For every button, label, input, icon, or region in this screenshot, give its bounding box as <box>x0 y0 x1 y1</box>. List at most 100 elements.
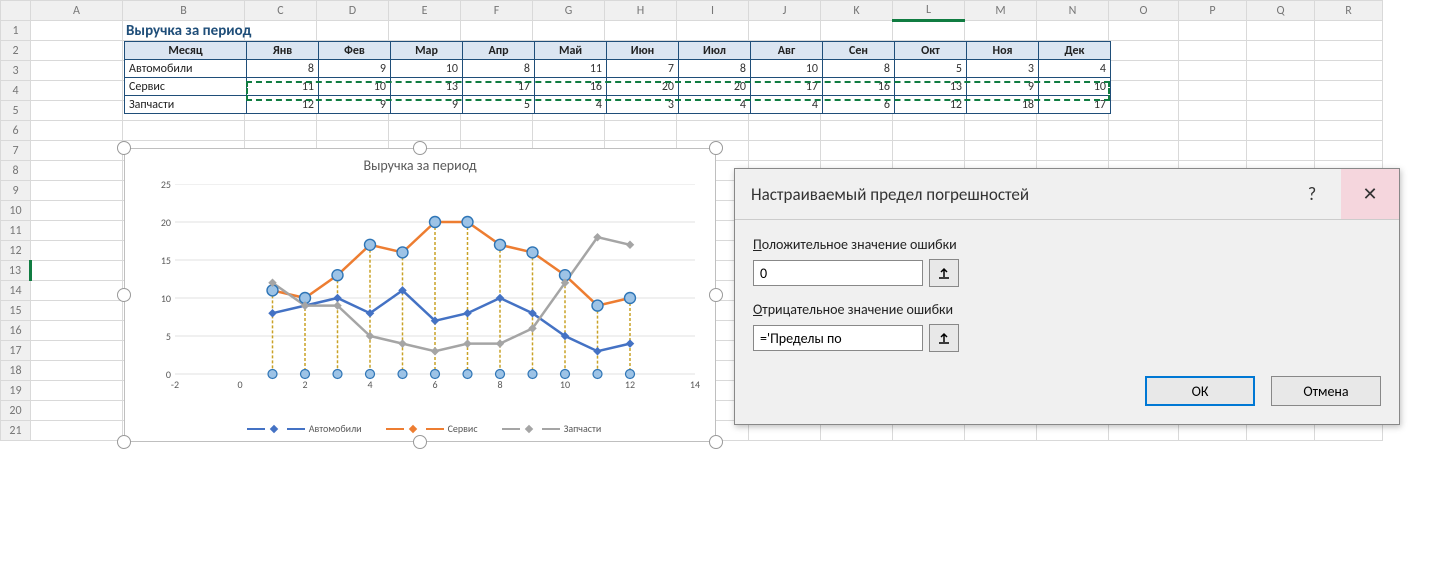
cell-D6[interactable] <box>317 121 389 141</box>
data-cell[interactable]: 7 <box>607 60 679 78</box>
data-cell[interactable]: 20 <box>607 78 679 96</box>
cell-A11[interactable] <box>31 221 123 241</box>
cell-J1[interactable] <box>749 21 821 41</box>
col-header-Q[interactable]: Q <box>1247 1 1315 21</box>
cell-A1[interactable] <box>31 21 123 41</box>
negative-error-range-button[interactable] <box>929 324 959 352</box>
cell-C1[interactable] <box>245 21 317 41</box>
cell-A14[interactable] <box>31 281 123 301</box>
cell-O7[interactable] <box>1109 141 1179 161</box>
cell-E6[interactable] <box>389 121 461 141</box>
data-header[interactable]: Янв <box>247 42 319 60</box>
cell-A9[interactable] <box>31 181 123 201</box>
cell-Q7[interactable] <box>1247 141 1315 161</box>
row-header-14[interactable]: 14 <box>1 281 31 301</box>
cell-A18[interactable] <box>31 361 123 381</box>
col-header-L[interactable]: L <box>893 1 965 21</box>
cell-A19[interactable] <box>31 381 123 401</box>
cell-R7[interactable] <box>1315 141 1383 161</box>
data-cell[interactable]: 12 <box>247 96 319 114</box>
cell-A10[interactable] <box>31 201 123 221</box>
data-table[interactable]: МесяцЯнвФевМарАпрМайИюнИюлАвгСенОктНояДе… <box>124 41 1111 114</box>
resize-handle-nw[interactable] <box>117 141 131 155</box>
select-all-cell[interactable] <box>1 1 31 21</box>
row-header-4[interactable]: 4 <box>1 81 31 101</box>
cell-A20[interactable] <box>31 401 123 421</box>
data-cell[interactable]: 13 <box>895 78 967 96</box>
cell-A4[interactable] <box>31 81 123 101</box>
cell-Q6[interactable] <box>1247 121 1315 141</box>
negative-error-input[interactable] <box>753 325 923 351</box>
cell-A13[interactable] <box>31 261 123 281</box>
data-cell[interactable]: 8 <box>247 60 319 78</box>
cancel-button[interactable]: Отмена <box>1271 376 1381 406</box>
row-header-12[interactable]: 12 <box>1 241 31 261</box>
cell-C6[interactable] <box>245 121 317 141</box>
cell-Q2[interactable] <box>1247 41 1315 61</box>
data-cell[interactable]: 11 <box>535 60 607 78</box>
data-cell[interactable]: 17 <box>463 78 535 96</box>
data-header[interactable]: Ноя <box>967 42 1039 60</box>
row-header-7[interactable]: 7 <box>1 141 31 161</box>
cell-M7[interactable] <box>965 141 1037 161</box>
cell-R1[interactable] <box>1315 21 1383 41</box>
data-cell[interactable]: 11 <box>247 78 319 96</box>
cell-A5[interactable] <box>31 101 123 121</box>
cell-I1[interactable] <box>677 21 749 41</box>
col-header-N[interactable]: N <box>1037 1 1109 21</box>
ok-button[interactable]: ОК <box>1145 376 1255 406</box>
col-header-O[interactable]: O <box>1109 1 1179 21</box>
cell-K6[interactable] <box>821 121 893 141</box>
data-cell[interactable]: 3 <box>967 60 1039 78</box>
col-header-A[interactable]: A <box>31 1 123 21</box>
cell-P3[interactable] <box>1179 61 1247 81</box>
col-header-C[interactable]: C <box>245 1 317 21</box>
col-header-I[interactable]: I <box>677 1 749 21</box>
cell-E1[interactable] <box>389 21 461 41</box>
cell-R5[interactable] <box>1315 101 1383 121</box>
cell-R4[interactable] <box>1315 81 1383 101</box>
cell-O6[interactable] <box>1109 121 1179 141</box>
col-header-K[interactable]: K <box>821 1 893 21</box>
dialog-close-button[interactable]: ✕ <box>1341 169 1399 219</box>
data-header[interactable]: Мар <box>391 42 463 60</box>
data-cell[interactable]: 12 <box>895 96 967 114</box>
row-header-5[interactable]: 5 <box>1 101 31 121</box>
col-header-D[interactable]: D <box>317 1 389 21</box>
data-header[interactable]: Авг <box>751 42 823 60</box>
cell-H1[interactable] <box>605 21 677 41</box>
data-cell[interactable]: 9 <box>319 96 391 114</box>
data-row-label[interactable]: Запчасти <box>125 96 247 114</box>
data-header[interactable]: Сен <box>823 42 895 60</box>
cell-N6[interactable] <box>1037 121 1109 141</box>
cell-H6[interactable] <box>605 121 677 141</box>
data-cell[interactable]: 8 <box>679 60 751 78</box>
col-header-P[interactable]: P <box>1179 1 1247 21</box>
data-row-label[interactable]: Сервис <box>125 78 247 96</box>
cell-O4[interactable] <box>1109 81 1179 101</box>
cell-L6[interactable] <box>893 121 965 141</box>
cell-R6[interactable] <box>1315 121 1383 141</box>
data-cell[interactable]: 10 <box>319 78 391 96</box>
row-header-18[interactable]: 18 <box>1 361 31 381</box>
resize-handle-sw[interactable] <box>117 435 131 449</box>
data-cell[interactable]: 10 <box>391 60 463 78</box>
cell-P5[interactable] <box>1179 101 1247 121</box>
data-cell[interactable]: 5 <box>463 96 535 114</box>
data-header[interactable]: Июн <box>607 42 679 60</box>
cell-A16[interactable] <box>31 321 123 341</box>
data-cell[interactable]: 13 <box>391 78 463 96</box>
cell-A15[interactable] <box>31 301 123 321</box>
resize-handle-e[interactable] <box>709 288 723 302</box>
data-header[interactable]: Дек <box>1039 42 1111 60</box>
data-row-label[interactable]: Автомобили <box>125 60 247 78</box>
cell-F6[interactable] <box>461 121 533 141</box>
cell-Q3[interactable] <box>1247 61 1315 81</box>
cell-P6[interactable] <box>1179 121 1247 141</box>
cell-G6[interactable] <box>533 121 605 141</box>
cell-O2[interactable] <box>1109 41 1179 61</box>
cell-O5[interactable] <box>1109 101 1179 121</box>
data-cell[interactable]: 16 <box>823 78 895 96</box>
cell-B6[interactable] <box>123 121 245 141</box>
data-cell[interactable]: 16 <box>535 78 607 96</box>
